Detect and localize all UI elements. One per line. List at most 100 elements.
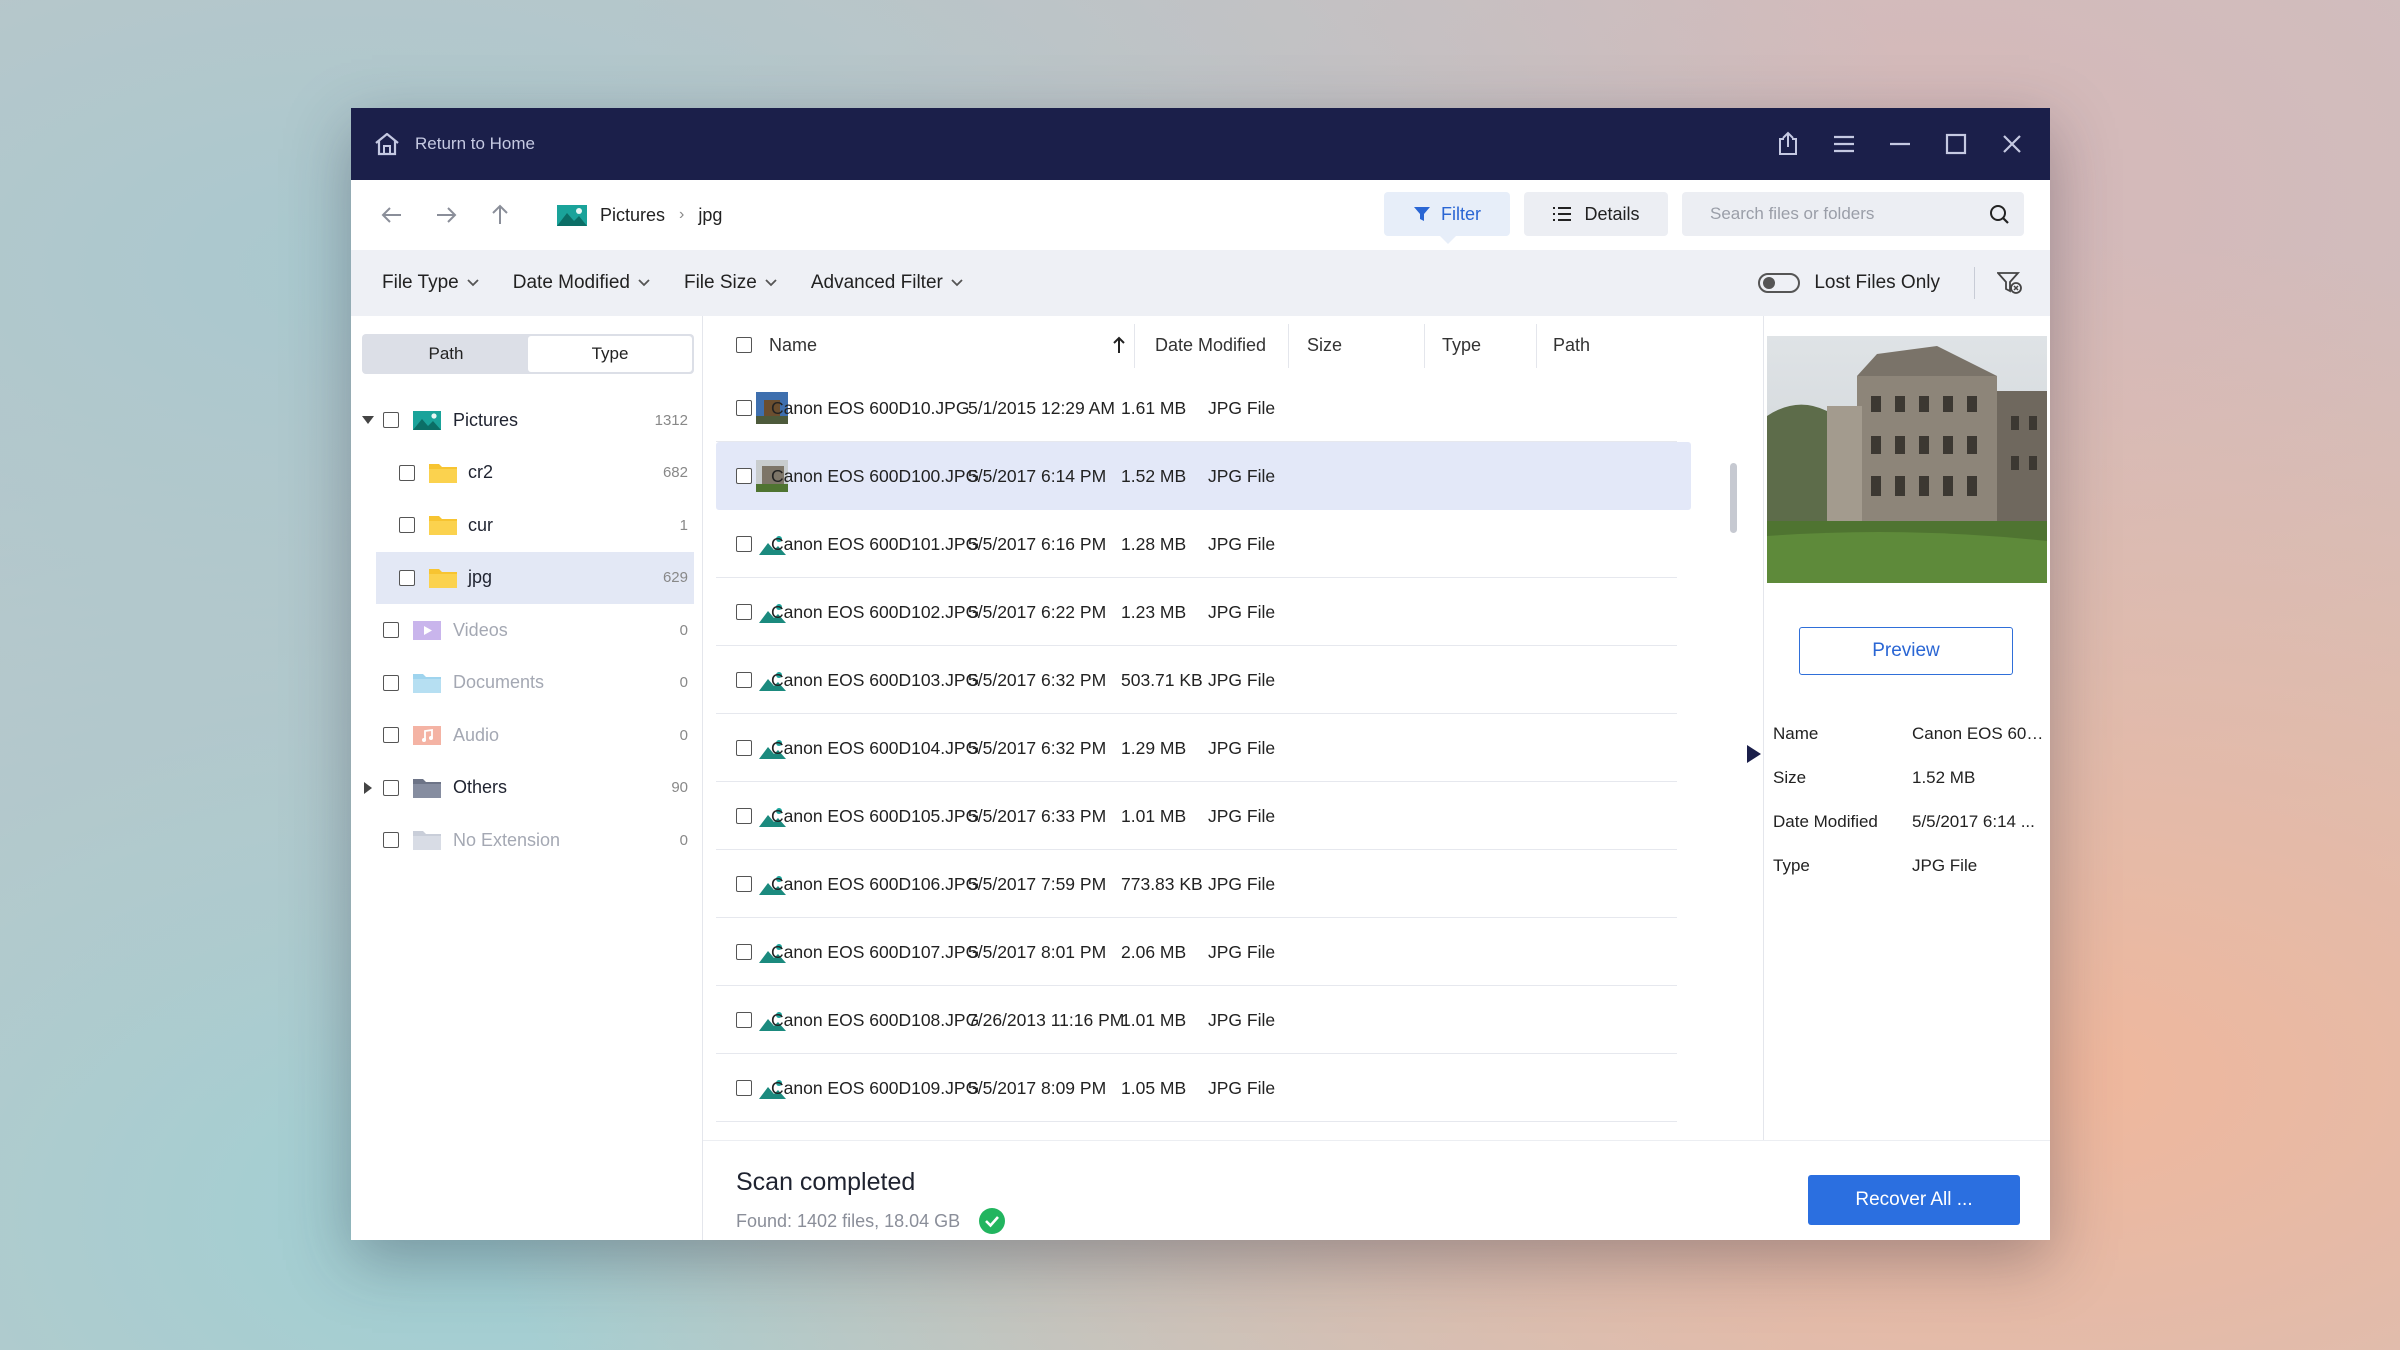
close-button[interactable] [1996,128,2028,160]
chevron-down-icon [765,279,777,287]
breadcrumb-pictures[interactable]: Pictures [600,205,665,226]
preview-button[interactable]: Preview [1799,627,2013,675]
collapse-panel-icon[interactable] [1744,743,1764,765]
tab-path[interactable]: Path [364,336,528,372]
row-checkbox[interactable] [736,672,752,688]
sort-ascending-icon[interactable] [1112,316,1126,374]
tree-item-videos[interactable]: Videos 0 [351,604,702,657]
table-row[interactable]: Canon EOS 600D105.JPG 5/5/2017 6:33 PM 1.0… [716,782,1677,850]
column-size[interactable]: Size [1307,316,1342,374]
file-date: 5/5/2017 6:33 PM [968,805,1107,826]
search-icon[interactable] [1988,203,2010,225]
column-name[interactable]: Name [769,316,817,374]
row-checkbox[interactable] [736,400,752,416]
table-row[interactable]: Canon EOS 600D109.JPG 5/5/2017 8:09 PM 1.0… [716,1054,1677,1122]
row-checkbox[interactable] [736,468,752,484]
up-button[interactable] [484,199,516,231]
file-date: 5/5/2017 7:59 PM [968,873,1107,894]
maximize-button[interactable] [1940,128,1972,160]
details-button[interactable]: Details [1524,192,1668,236]
minimize-button[interactable] [1884,128,1916,160]
recover-all-button[interactable]: Recover All ... [1808,1175,2020,1225]
tree-item-label: Audio [453,724,500,745]
row-checkbox[interactable] [736,1012,752,1028]
view-mode-toggle: Path Type [362,334,694,374]
checkbox[interactable] [383,779,399,796]
filter-label: Filter [1441,203,1481,224]
forward-button[interactable] [430,199,462,231]
tree-item-label: cr2 [468,462,494,483]
table-row[interactable]: Canon EOS 600D100.JPG 5/5/2017 6:14 PM 1.5… [716,442,1691,510]
checkbox[interactable] [383,727,399,744]
table-row[interactable]: Canon EOS 600D10.JPG 5/1/2015 12:29 AM 1.6… [716,374,1677,442]
row-checkbox[interactable] [736,536,752,552]
return-home-button[interactable]: Return to Home [373,131,535,157]
tree-item-label: No Extension [453,829,561,850]
no-extension-folder-icon [411,827,443,853]
checkbox[interactable] [399,517,415,534]
table-row[interactable]: Canon EOS 600D108.JPG 7/26/2013 11:16 PM 1… [716,986,1677,1054]
caret-right-icon[interactable] [361,781,375,795]
maximize-icon [1945,133,1967,155]
file-type: JPG File [1208,533,1276,554]
file-name: Canon EOS 600D102.JPG [771,601,980,622]
checkbox[interactable] [383,622,399,639]
row-checkbox[interactable] [736,944,752,960]
property-key: Size [1773,768,1807,787]
clear-filter-button[interactable] [1994,267,2026,299]
tree-item-others[interactable]: Others 90 [351,762,702,815]
tree-item-cr2[interactable]: cr2 682 [351,447,702,500]
row-checkbox[interactable] [736,808,752,824]
minimize-icon [1890,142,1910,146]
column-type[interactable]: Type [1442,316,1481,374]
row-checkbox[interactable] [736,604,752,620]
table-row[interactable]: Canon EOS 600D107.JPG 5/5/2017 8:01 PM 2.0… [716,918,1677,986]
folder-icon [427,512,459,538]
table-row[interactable]: Canon EOS 600D102.JPG 5/5/2017 6:22 PM 1.2… [716,578,1677,646]
checkbox[interactable] [383,832,399,849]
arrow-right-icon [437,207,457,223]
search-input[interactable] [1710,204,1988,224]
chevron-down-icon [467,279,479,287]
menu-button[interactable] [1828,128,1860,160]
tree-item-documents[interactable]: Documents 0 [351,657,702,710]
tree-item-pictures[interactable]: Pictures 1312 [351,394,702,447]
advanced-filter-dropdown[interactable]: Advanced Filter [811,272,963,294]
tree-item-label: Pictures [453,409,519,430]
row-checkbox[interactable] [736,1080,752,1096]
vertical-scrollbar[interactable] [1730,463,1737,533]
checkbox[interactable] [399,569,415,586]
table-row[interactable]: Canon EOS 600D103.JPG 5/5/2017 6:32 PM 503… [716,646,1677,714]
file-type-dropdown[interactable]: File Type [382,272,479,294]
filter-bar: File Type Date Modified File Size Advanc… [351,250,2050,316]
column-path[interactable]: Path [1553,316,1590,374]
property-value: 1.52 MB [1912,768,1976,787]
checkbox[interactable] [383,412,399,429]
tree-item-audio[interactable]: Audio 0 [351,709,702,762]
checkbox[interactable] [399,464,415,481]
caret-down-icon[interactable] [361,413,375,427]
tree-item-cur[interactable]: cur 1 [351,499,702,552]
row-checkbox[interactable] [736,740,752,756]
column-date-modified[interactable]: Date Modified [1155,316,1266,374]
breadcrumb-jpg[interactable]: jpg [698,205,722,226]
tree-item-no-extension[interactable]: No Extension 0 [351,814,702,867]
tree-item-jpg[interactable]: jpg 629 [376,551,694,604]
date-modified-dropdown[interactable]: Date Modified [513,272,650,294]
category-tree: Pictures 1312 cr2 682 cur 1 jpg 629 Vide… [351,394,702,867]
table-row[interactable]: Canon EOS 600D101.JPG 5/5/2017 6:16 PM 1.2… [716,510,1677,578]
lost-files-toggle[interactable] [1758,273,1801,293]
select-all-checkbox[interactable] [736,316,752,374]
file-name: Canon EOS 600D104.JPG [771,737,980,758]
filter-button[interactable]: Filter [1384,192,1510,244]
table-row[interactable]: Canon EOS 600D106.JPG 5/5/2017 7:59 PM 773… [716,850,1677,918]
file-size-dropdown[interactable]: File Size [684,272,777,294]
back-button[interactable] [376,199,408,231]
row-checkbox[interactable] [736,876,752,892]
checkbox[interactable] [383,674,399,691]
file-type: JPG File [1208,669,1276,690]
table-row[interactable]: Canon EOS 600D104.JPG 5/5/2017 6:32 PM 1.2… [716,714,1677,782]
tab-type[interactable]: Type [528,336,692,372]
share-button[interactable] [1772,128,1804,160]
chevron-down-icon [638,279,650,287]
